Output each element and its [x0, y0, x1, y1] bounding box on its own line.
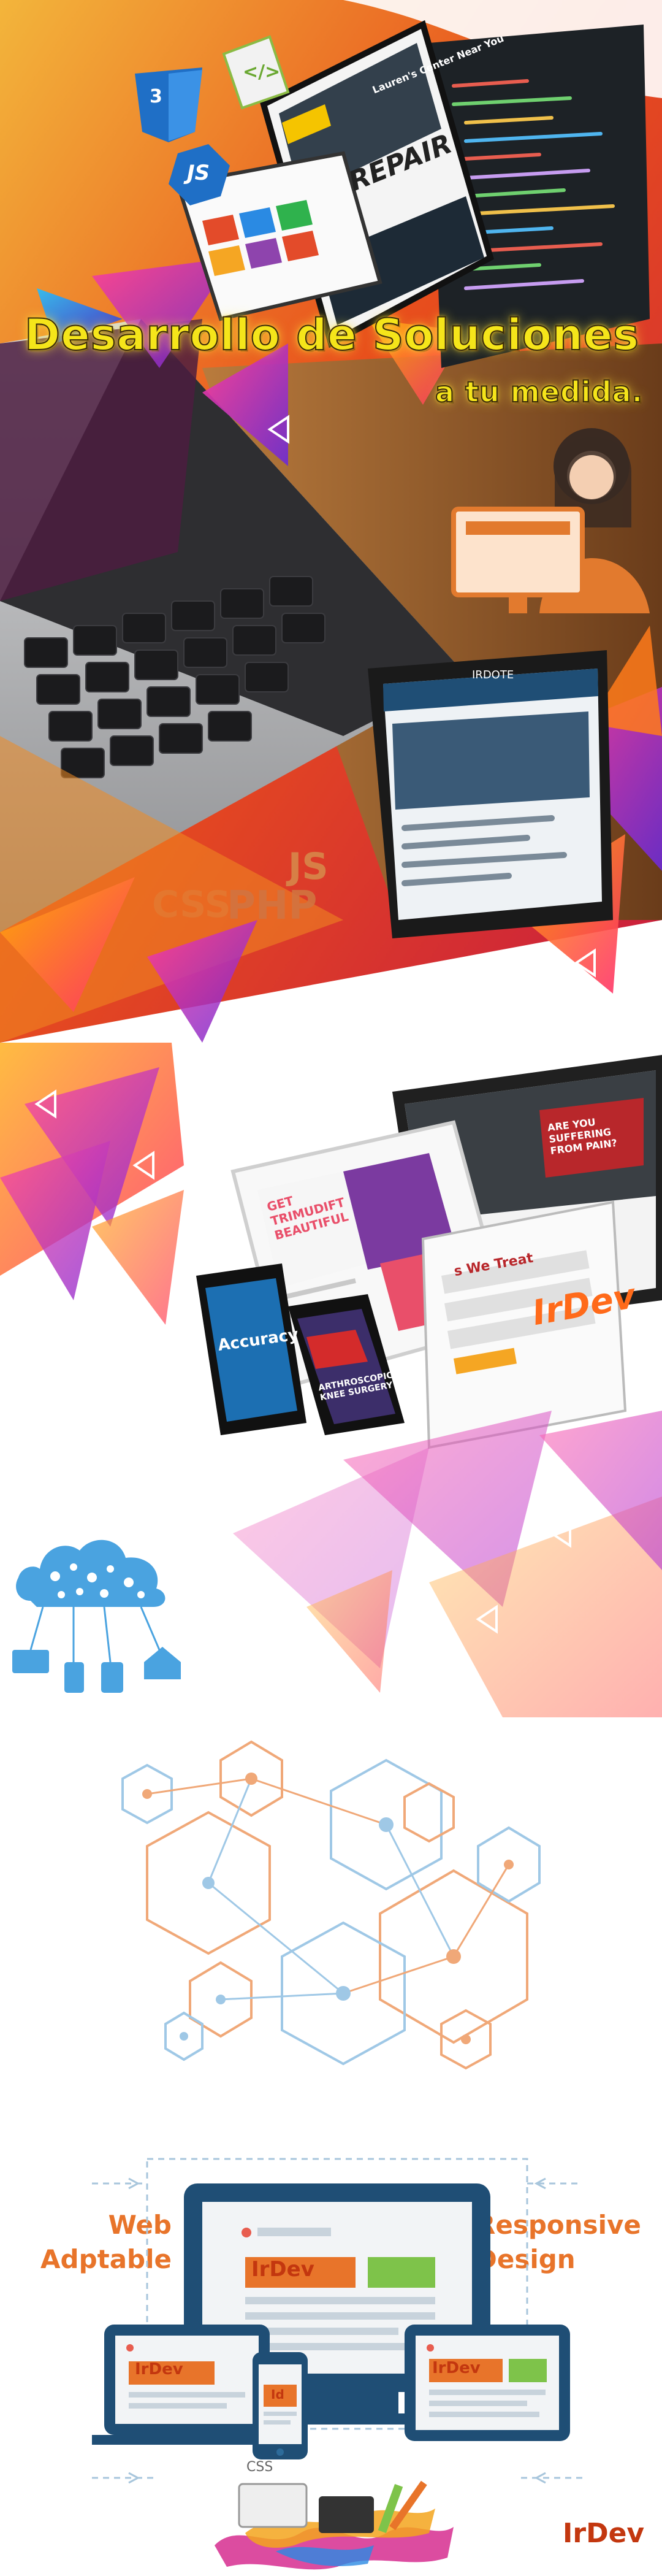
footer-brand: IrDev — [563, 2518, 645, 2549]
hero-background-art — [0, 0, 662, 1043]
hero-subtitle: a tu medida. — [435, 375, 644, 409]
phone-brand: Id — [271, 2387, 284, 2402]
tech-css-label: CSS — [152, 883, 231, 926]
html-code-icon: </> — [243, 61, 281, 83]
hexagon-network-diagram — [121, 1740, 541, 2070]
css-label: CSS — [246, 2459, 273, 2475]
laptop-brand: IrDev — [135, 2360, 183, 2379]
hero-title: Desarrollo de Soluciones — [24, 309, 639, 361]
devices-section: IrDev GET TRIMUDIFT BEAUTIFUL ARE YOU SU… — [0, 1043, 662, 1472]
hero-section: Desarrollo de Soluciones a tu medida. 3 … — [0, 0, 662, 1043]
responsive-section: Web Adptable Responsive Design IrDev IrD… — [0, 2116, 662, 2576]
paint-splash-art — [215, 2480, 454, 2570]
cloud-devices-icon — [12, 1539, 181, 1693]
js-hexagon-icon: JS — [187, 161, 210, 185]
phone-app-header: IRDOTE — [472, 669, 514, 681]
tech-php-label: PHP — [227, 883, 318, 929]
monitor-brand: IrDev — [251, 2257, 314, 2282]
tablet-brand: IrDev — [432, 2359, 481, 2377]
css3-icon: 3 — [150, 86, 162, 107]
cloud-section — [0, 1411, 662, 1717]
tech-js-label: JS — [288, 845, 329, 888]
devices-background-art — [0, 1043, 662, 1449]
